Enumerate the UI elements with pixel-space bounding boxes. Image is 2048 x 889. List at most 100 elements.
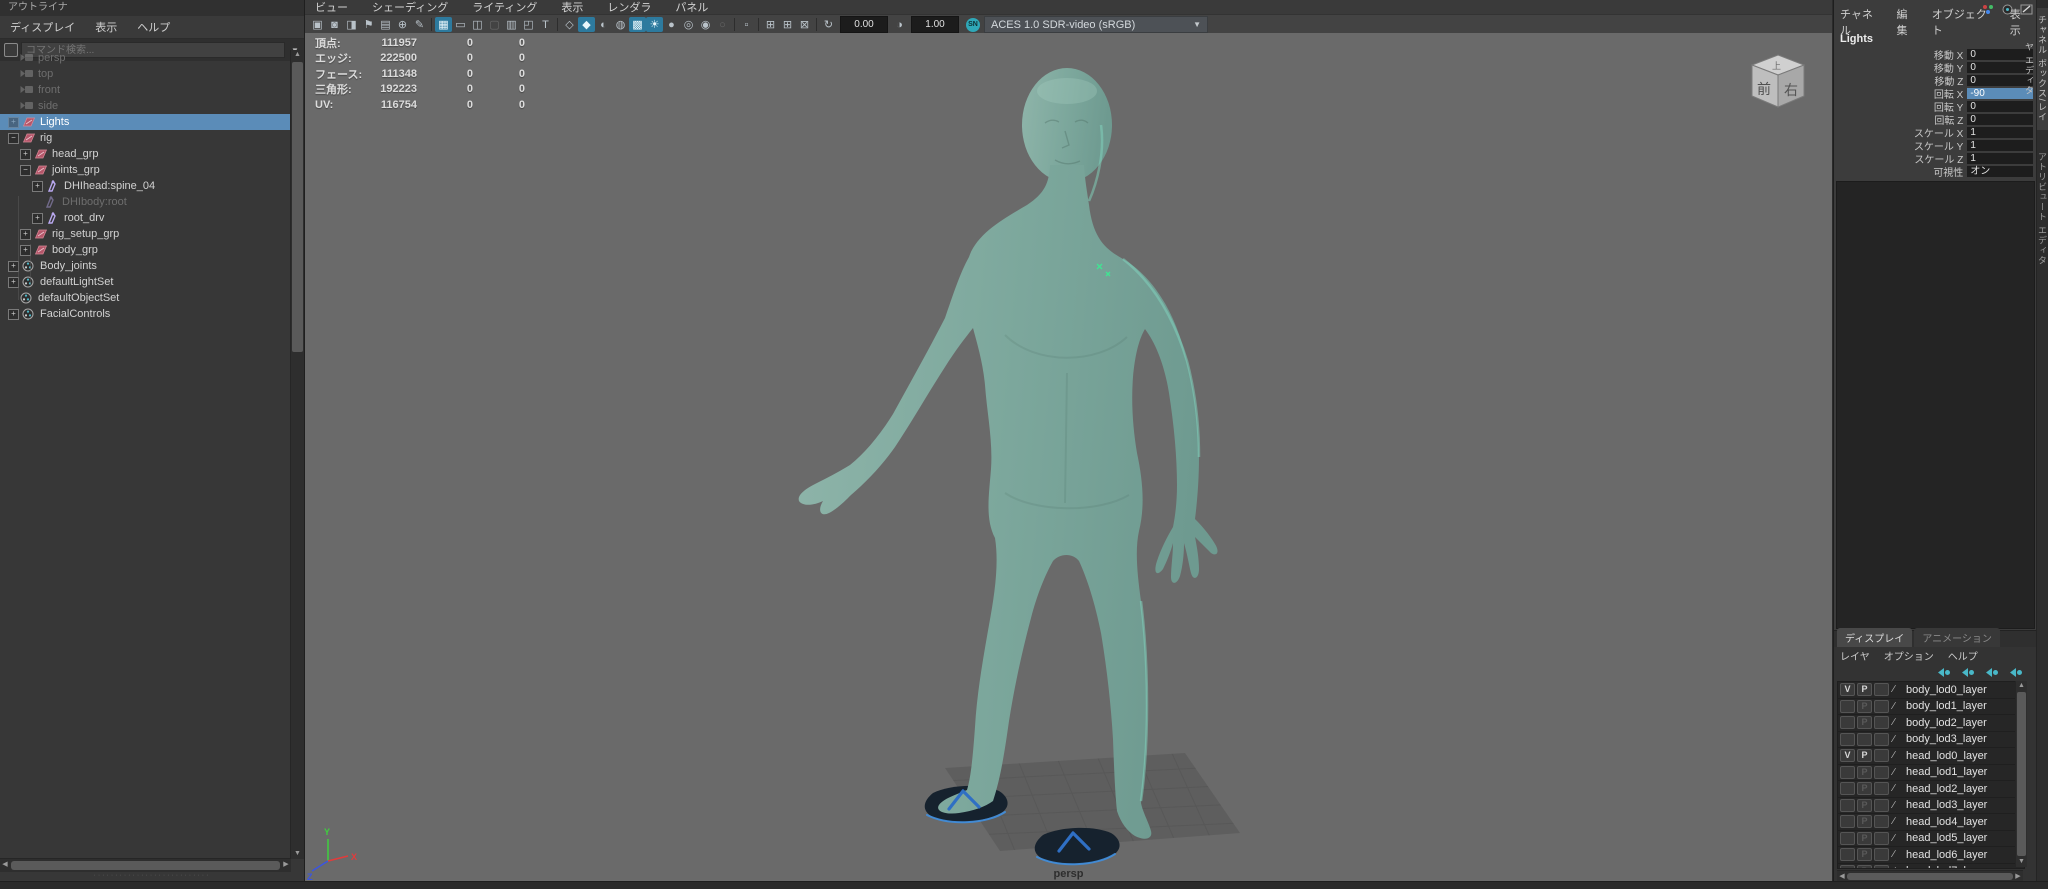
expander-icon[interactable]: −	[8, 133, 19, 144]
resize-grip[interactable]: ···························	[0, 873, 304, 880]
scrollbar-thumb[interactable]	[1847, 873, 2013, 880]
isolate-select-icon[interactable]: ▫	[738, 17, 755, 32]
safe-action-icon[interactable]: ◰	[520, 17, 537, 32]
layer-color-box[interactable]	[1874, 716, 1889, 729]
pan-zoom-icon[interactable]: ⊕	[394, 17, 411, 32]
channel-value-field[interactable]: 0	[1967, 101, 2033, 112]
layer-playback-toggle[interactable]: P	[1857, 865, 1872, 869]
layer-visibility-toggle[interactable]	[1840, 815, 1855, 828]
create-layer-from-selected-icon[interactable]	[2007, 666, 2023, 679]
expander-icon[interactable]: +	[8, 117, 19, 128]
exposure-icon[interactable]: ↻	[820, 17, 837, 32]
grease-pencil-icon[interactable]: ✎	[411, 17, 428, 32]
wireframe-icon[interactable]: ◇	[561, 17, 578, 32]
expander-icon[interactable]: +	[20, 149, 31, 160]
scroll-down-icon[interactable]: ▼	[291, 849, 304, 859]
layer-visibility-toggle[interactable]	[1840, 782, 1855, 795]
outliner-item-root-drv[interactable]: +root_drv	[0, 210, 291, 226]
layer-row-head-lod1-layer[interactable]: P∕head_lod1_layer	[1838, 765, 2024, 782]
expander-icon[interactable]: +	[8, 309, 19, 320]
layer-color-box[interactable]	[1874, 733, 1889, 746]
layer-row-body-lod3-layer[interactable]: ∕body_lod3_layer	[1838, 732, 2024, 749]
layer-visibility-toggle[interactable]	[1840, 799, 1855, 812]
layer-visibility-toggle[interactable]	[1840, 766, 1855, 779]
layer-row-body-lod2-layer[interactable]: P∕body_lod2_layer	[1838, 715, 2024, 732]
layer-visibility-toggle[interactable]	[1840, 865, 1855, 869]
select-camera-icon[interactable]: ▣	[309, 17, 326, 32]
colorspace-dropdown[interactable]: ACES 1.0 SDR-video (sRGB)▼	[984, 16, 1208, 33]
safe-title-icon[interactable]: T	[537, 17, 554, 32]
layer-playback-toggle[interactable]: P	[1857, 700, 1872, 713]
layer-playback-toggle[interactable]: P	[1857, 782, 1872, 795]
outliner-item-joints-grp[interactable]: −joints_grp	[0, 162, 291, 178]
scrollbar-thumb[interactable]	[2017, 692, 2026, 856]
layer-playback-toggle[interactable]: P	[1857, 799, 1872, 812]
viewport-menu-[interactable]: パネル	[675, 0, 708, 15]
layer-visibility-toggle[interactable]	[1840, 733, 1855, 746]
layer-playback-toggle[interactable]: P	[1857, 716, 1872, 729]
human-model[interactable]	[799, 68, 1218, 839]
outliner-vscrollbar[interactable]: ▲ ▼	[290, 50, 304, 859]
selected-object-name[interactable]: Lights	[1840, 33, 1873, 45]
channel-value-field[interactable]: 1	[1967, 153, 2033, 164]
create-empty-layer-icon[interactable]	[1983, 666, 1999, 679]
layer-playback-toggle[interactable]: P	[1857, 848, 1872, 861]
layer-vscrollbar[interactable]: ▲ ▼	[2015, 681, 2027, 867]
outliner-item-defaultlightset[interactable]: +defaultLightSet	[0, 274, 291, 290]
dock-tab-[interactable]: チャネル ボックス/レイヤ エディタ	[2037, 8, 2048, 130]
dock-tab-[interactable]: アトリビュート エディタ	[2037, 130, 2048, 288]
outliner-item-facialcontrols[interactable]: +FacialControls	[0, 306, 291, 322]
tab-[interactable]: ディスプレイ	[1837, 628, 1912, 647]
layer-playback-toggle[interactable]: P	[1857, 683, 1872, 696]
smooth-shade-icon[interactable]: ◆	[578, 17, 595, 32]
layer-color-box[interactable]	[1874, 815, 1889, 828]
layer-menu-[interactable]: オプション	[1884, 648, 1934, 663]
gate-mask-icon[interactable]: ▢	[486, 17, 503, 32]
channel-box-menu-[interactable]: 表示	[2010, 6, 2031, 38]
layer-visibility-toggle[interactable]	[1840, 832, 1855, 845]
layer-row-body-lod0-layer[interactable]: VP∕body_lod0_layer	[1838, 682, 2024, 699]
shadows-icon[interactable]: ●	[663, 17, 680, 32]
outliner-item-body-joints[interactable]: +Body_joints	[0, 258, 291, 274]
layer-menu-[interactable]: ヘルプ	[1948, 648, 1978, 663]
outliner-item-rig-setup-grp[interactable]: +rig_setup_grp	[0, 226, 291, 242]
layer-playback-toggle[interactable]: P	[1857, 749, 1872, 762]
scroll-down-icon[interactable]: ▼	[2016, 857, 2027, 867]
viewport-menu-[interactable]: ライティング	[472, 0, 537, 15]
view-transform-icon[interactable]: SN	[966, 18, 980, 32]
channel-box-menu-[interactable]: 編集	[1897, 6, 1918, 38]
layer-color-box[interactable]	[1874, 799, 1889, 812]
outliner-item-rig[interactable]: −rig	[0, 130, 291, 146]
move-down-layer-icon[interactable]	[1959, 666, 1975, 679]
layer-playback-toggle[interactable]: P	[1857, 815, 1872, 828]
layer-playback-toggle[interactable]: P	[1857, 832, 1872, 845]
expander-icon[interactable]: −	[20, 165, 31, 176]
contrast-icon[interactable]: ◑	[891, 17, 908, 32]
outliner-item-side[interactable]: side	[0, 98, 291, 114]
film-gate-icon[interactable]: ▭	[452, 17, 469, 32]
layer-row-head-lod3-layer[interactable]: P∕head_lod3_layer	[1838, 798, 2024, 815]
layer-visibility-toggle[interactable]	[1840, 700, 1855, 713]
tab-[interactable]: アニメーション	[1914, 628, 2000, 647]
outliner-item-dhibody-root[interactable]: DHIbody:root	[0, 194, 291, 210]
scrollbar-thumb[interactable]	[11, 861, 280, 870]
outliner-item-lights[interactable]: +Lights	[0, 114, 291, 130]
outliner-item-persp[interactable]: persp	[0, 50, 291, 66]
outliner-item-front[interactable]: front	[0, 82, 291, 98]
scroll-up-icon[interactable]: ▲	[291, 50, 304, 60]
layer-color-box[interactable]	[1874, 865, 1889, 869]
outliner-item-top[interactable]: top	[0, 66, 291, 82]
expander-icon[interactable]: +	[32, 213, 43, 224]
wireframe-on-shaded-icon[interactable]: ◍	[612, 17, 629, 32]
grid-icon[interactable]: ▦	[435, 17, 452, 32]
outliner-item-body-grp[interactable]: +body_grp	[0, 242, 291, 258]
flat-shade-icon[interactable]: ◐	[595, 17, 612, 32]
bookmark-icon[interactable]: ⚑	[360, 17, 377, 32]
snapshot-copy-icon[interactable]: ⊞	[762, 17, 779, 32]
channel-value-field[interactable]: 1	[1967, 140, 2033, 151]
viewport-menu-[interactable]: シェーディング	[372, 0, 448, 15]
resolution-gate-icon[interactable]: ◫	[469, 17, 486, 32]
scroll-up-icon[interactable]: ▲	[2016, 681, 2027, 691]
outliner-item-head-grp[interactable]: +head_grp	[0, 146, 291, 162]
view-cube[interactable]: 上 前 右	[1752, 55, 1804, 107]
